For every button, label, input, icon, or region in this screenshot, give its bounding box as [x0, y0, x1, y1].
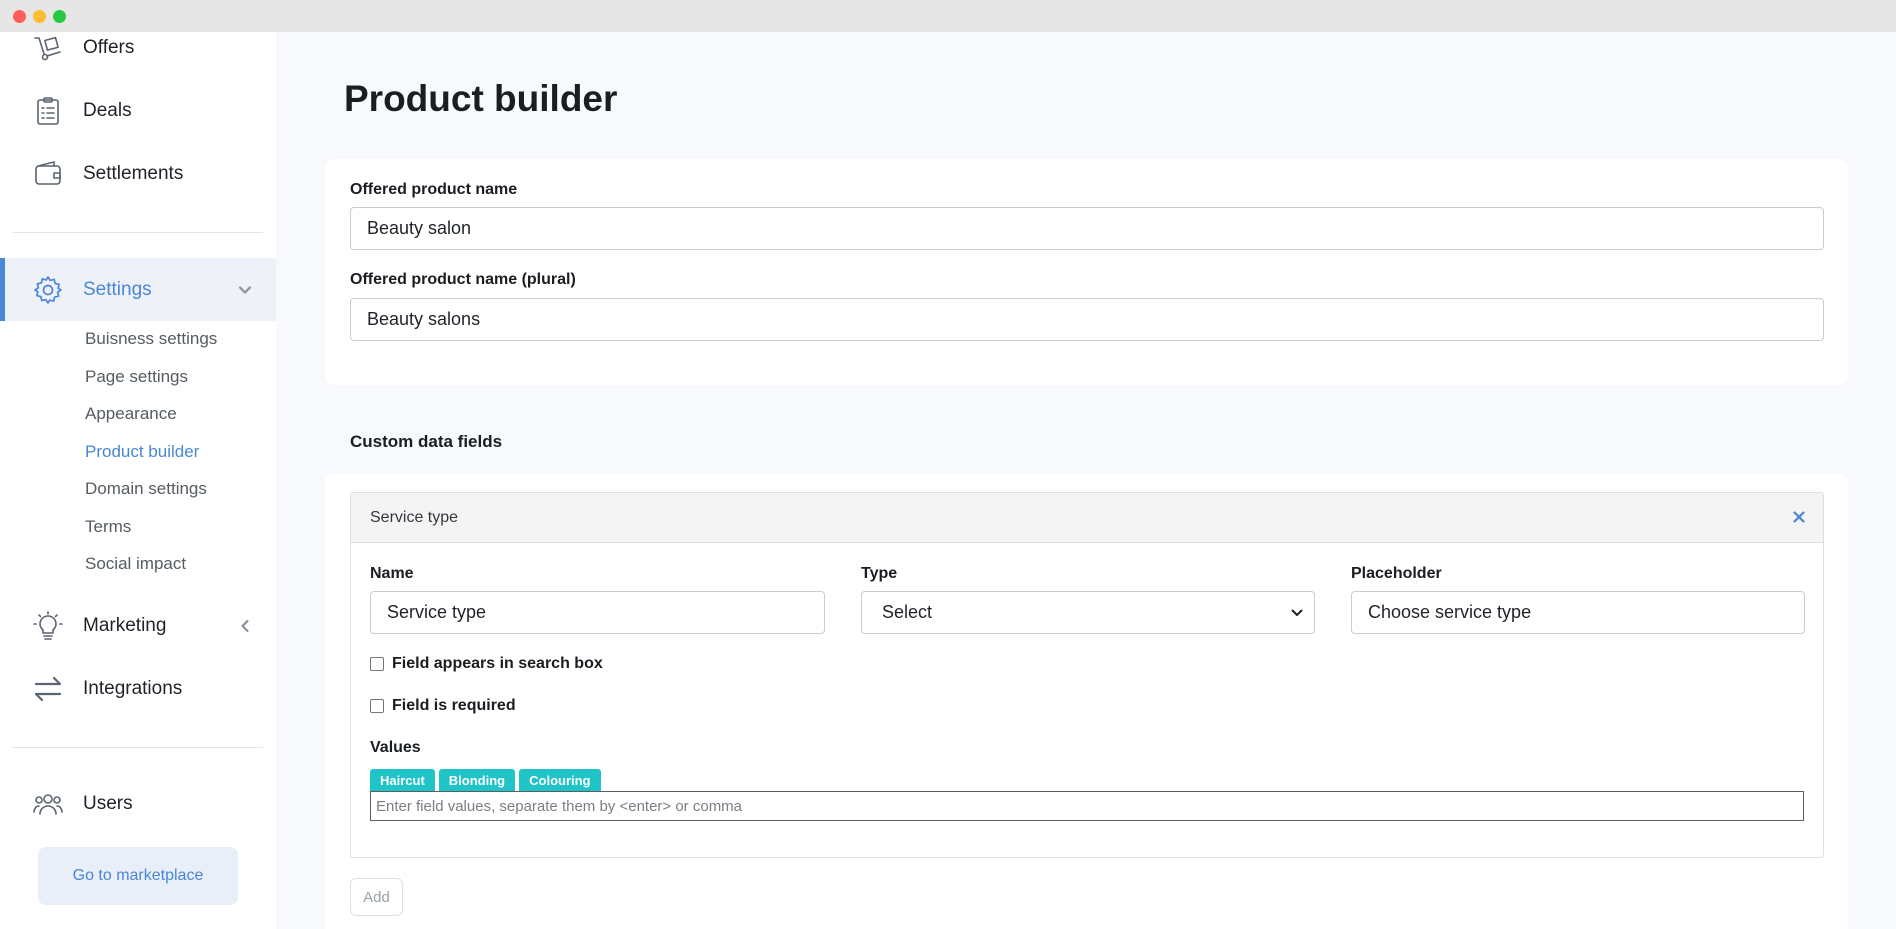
- arrows-swap-icon: [31, 672, 65, 706]
- field-type-selected-value: Select: [882, 602, 933, 622]
- field-type-select[interactable]: Select: [861, 591, 1315, 634]
- product-name-label: Offered product name: [350, 181, 518, 198]
- field-name-label: Name: [370, 565, 414, 582]
- custom-data-fields-title: Custom data fields: [350, 432, 503, 451]
- lightbulb-icon: [31, 609, 65, 643]
- window-maximize-button[interactable]: [53, 10, 66, 23]
- custom-field-header-title: Service type: [370, 509, 459, 526]
- value-tag[interactable]: Blonding: [438, 769, 516, 792]
- sidebar-subitem-terms[interactable]: Terms: [85, 517, 131, 537]
- sidebar-item-label: Integrations: [83, 677, 183, 699]
- sidebar-item-integrations[interactable]: Integrations: [0, 657, 276, 720]
- sidebar-item-settings[interactable]: Settings: [0, 258, 276, 321]
- main-content: Product builder Offered product name Off…: [276, 32, 1896, 929]
- sidebar-divider: [13, 232, 263, 233]
- users-icon: [31, 787, 65, 821]
- field-required-label: Field is required: [392, 697, 516, 714]
- sidebar-subitem-page-settings[interactable]: Page settings: [85, 367, 188, 387]
- chevron-down-icon: [238, 283, 252, 297]
- field-placeholder-input[interactable]: [1351, 591, 1805, 634]
- field-placeholder-label: Placeholder: [1351, 565, 1442, 582]
- gear-icon: [31, 273, 65, 307]
- clipboard-icon: [31, 94, 65, 128]
- in-search-box-label: Field appears in search box: [392, 655, 603, 672]
- sidebar-subitem-product-builder[interactable]: Product builder: [85, 442, 199, 462]
- window-minimize-button[interactable]: [33, 10, 46, 23]
- chevron-down-icon: [1291, 609, 1303, 616]
- custom-fields-card: Service type Name Type Select Placeholde…: [325, 474, 1848, 929]
- values-input[interactable]: [370, 791, 1804, 821]
- sidebar: Offers Deals Settlements Settings Buisne…: [0, 32, 276, 929]
- sidebar-item-label: Marketing: [83, 614, 167, 636]
- product-name-input[interactable]: [350, 207, 1824, 250]
- sidebar-subitem-domain-settings[interactable]: Domain settings: [85, 479, 207, 499]
- sidebar-item-label: Settlements: [83, 162, 184, 184]
- sidebar-item-settlements[interactable]: Settlements: [0, 142, 276, 205]
- field-type-label: Type: [861, 565, 898, 582]
- product-name-card: Offered product name Offered product nam…: [325, 159, 1848, 385]
- window-titlebar: [0, 0, 1896, 32]
- sidebar-subitem-business-settings[interactable]: Buisness settings: [85, 329, 217, 349]
- sidebar-subitem-social-impact[interactable]: Social impact: [85, 554, 186, 574]
- sidebar-item-marketing[interactable]: Marketing: [0, 594, 276, 657]
- field-required-checkbox-row[interactable]: Field is required: [370, 697, 516, 715]
- product-name-plural-input[interactable]: [350, 298, 1824, 341]
- in-search-box-checkbox[interactable]: [370, 657, 384, 671]
- chevron-left-icon: [238, 619, 252, 633]
- product-name-plural-label: Offered product name (plural): [350, 271, 576, 288]
- sidebar-item-label: Deals: [83, 99, 132, 121]
- sidebar-item-deals[interactable]: Deals: [0, 79, 276, 142]
- add-field-button[interactable]: Add: [350, 878, 403, 916]
- sidebar-subitem-appearance[interactable]: Appearance: [85, 404, 177, 424]
- values-tag-list: Haircut Blonding Colouring: [370, 769, 605, 792]
- value-tag[interactable]: Haircut: [370, 769, 435, 792]
- in-search-box-checkbox-row[interactable]: Field appears in search box: [370, 655, 603, 673]
- sidebar-item-label: Users: [83, 792, 133, 814]
- page-title: Product builder: [344, 78, 618, 119]
- sidebar-item-label: Settings: [83, 278, 152, 300]
- close-icon[interactable]: [1789, 507, 1809, 527]
- field-name-input[interactable]: [370, 591, 825, 634]
- sidebar-item-users[interactable]: Users: [0, 772, 276, 835]
- window-close-button[interactable]: [13, 10, 26, 23]
- custom-field-header: Service type: [351, 493, 1823, 543]
- custom-field-panel: Service type Name Type Select Placeholde…: [350, 492, 1824, 858]
- values-label: Values: [370, 739, 421, 756]
- go-to-marketplace-button[interactable]: Go to marketplace: [38, 847, 238, 905]
- sidebar-item-offers[interactable]: Offers: [0, 32, 276, 79]
- field-required-checkbox[interactable]: [370, 699, 384, 713]
- value-tag[interactable]: Colouring: [519, 769, 601, 792]
- wallet-icon: [31, 157, 65, 191]
- hand-truck-icon: [31, 32, 65, 65]
- sidebar-item-label: Offers: [83, 36, 135, 58]
- sidebar-divider: [13, 747, 263, 748]
